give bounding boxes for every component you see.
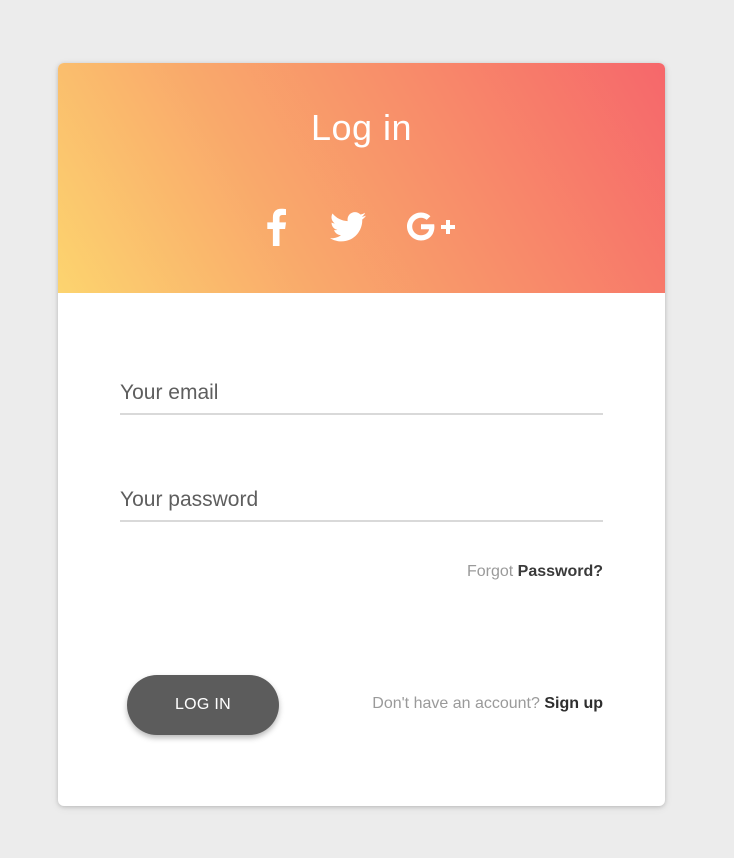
login-button[interactable]: LOG IN: [127, 675, 279, 735]
twitter-icon[interactable]: [328, 205, 368, 249]
forgot-password: Forgot Password?: [467, 563, 603, 581]
password-field-container: [120, 480, 603, 522]
page-title: Log in: [310, 107, 413, 148]
password-field[interactable]: [120, 480, 603, 520]
facebook-icon[interactable]: [258, 205, 294, 249]
email-field-container: [120, 373, 603, 415]
card-header: Log in: [58, 63, 665, 293]
forgot-prefix: Forgot: [466, 563, 514, 580]
signup-link[interactable]: Sign up: [544, 695, 603, 712]
signup-prefix: Don't have an account?: [372, 695, 540, 712]
email-field[interactable]: [120, 373, 603, 413]
google-plus-icon[interactable]: [403, 205, 459, 249]
forgot-password-link[interactable]: Password?: [518, 563, 603, 580]
login-card: Log in Forgot Password? LOG IN Don't: [58, 63, 665, 806]
signup-prompt: Don't have an account? Sign up: [372, 695, 603, 713]
